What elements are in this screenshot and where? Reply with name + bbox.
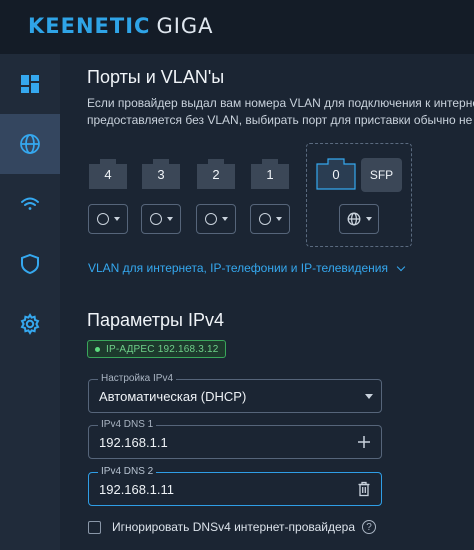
caret-down-icon bbox=[275, 217, 282, 221]
sidebar-item-dashboard[interactable] bbox=[0, 54, 60, 114]
vlan-settings-link[interactable]: VLAN для интернета, IP-телефонии и IP-те… bbox=[88, 261, 406, 275]
help-icon[interactable]: ? bbox=[362, 520, 377, 534]
caret-down-icon bbox=[113, 217, 120, 221]
shield-icon bbox=[21, 253, 39, 275]
port-number: 2 bbox=[212, 167, 220, 182]
trash-icon[interactable] bbox=[356, 481, 372, 497]
brand-name: KEENETIC bbox=[28, 14, 151, 38]
top-bar: KEENETIC GIGA bbox=[0, 0, 474, 54]
circle-icon bbox=[96, 213, 109, 225]
main-content: Порты и VLAN'ы Если провайдер выдал вам … bbox=[60, 54, 474, 550]
ipv4-section-title: Параметры IPv4 bbox=[87, 310, 224, 330]
lan-port-2: 2 bbox=[196, 158, 236, 190]
sidebar-item-internet[interactable] bbox=[0, 114, 60, 174]
ipv4-settings-value: Автоматическая (DHCP) bbox=[99, 389, 247, 404]
wifi-icon bbox=[21, 197, 39, 210]
description-line-2: предоставляется без VLAN, выбирать порт … bbox=[87, 113, 473, 127]
circle-icon bbox=[204, 213, 217, 225]
port-number: 4 bbox=[104, 167, 112, 182]
port-3-mode-dropdown[interactable] bbox=[141, 204, 181, 234]
sfp-port: SFP bbox=[361, 158, 402, 192]
ipv4-settings-label: Настройка IPv4 bbox=[98, 373, 177, 384]
ip-address-text: IP-АДРЕС 192.168.3.12 bbox=[106, 343, 219, 355]
ignore-dns-checkbox[interactable] bbox=[88, 520, 101, 534]
port-4-mode-dropdown[interactable] bbox=[88, 204, 128, 234]
lan-port-3: 3 bbox=[141, 158, 181, 190]
status-dot-icon bbox=[95, 346, 100, 352]
dns1-field[interactable]: IPv4 DNS 1 192.168.1.1 bbox=[88, 419, 382, 459]
vlan-link-label: VLAN для интернета, IP-телефонии и IP-те… bbox=[88, 261, 388, 275]
dns2-field[interactable]: IPv4 DNS 2 192.168.1.11 bbox=[88, 466, 382, 506]
plus-icon[interactable] bbox=[356, 434, 372, 450]
ports-section-title: Порты и VLAN'ы bbox=[87, 67, 225, 87]
port-number: 0 bbox=[332, 167, 340, 182]
sidebar bbox=[0, 54, 60, 550]
ip-address-badge: IP-АДРЕС 192.168.3.12 bbox=[87, 340, 227, 358]
lan-port-1: 1 bbox=[250, 158, 290, 190]
description-line-1: Если провайдер выдал вам номера VLAN для… bbox=[87, 96, 474, 110]
port-number: 3 bbox=[157, 167, 165, 182]
chevron-down-icon bbox=[396, 262, 406, 271]
model-name: GIGA bbox=[156, 14, 214, 38]
dns2-value[interactable]: 192.168.1.11 bbox=[99, 482, 339, 497]
caret-down-icon bbox=[365, 217, 372, 221]
logo: KEENETIC GIGA bbox=[28, 14, 214, 38]
dns2-label: IPv4 DNS 2 bbox=[98, 466, 157, 477]
caret-down-icon bbox=[166, 217, 173, 221]
caret-down-icon bbox=[221, 217, 228, 221]
circle-icon bbox=[258, 213, 271, 225]
wan-port-0: 0 bbox=[316, 158, 356, 190]
ignore-dns-label: Игнорировать DNSv4 интернет-провайдера bbox=[112, 520, 356, 534]
sidebar-item-security[interactable] bbox=[0, 234, 60, 294]
globe-icon bbox=[20, 134, 40, 154]
port-1-mode-dropdown[interactable] bbox=[250, 204, 290, 234]
ports-section-description: Если провайдер выдал вам номера VLAN для… bbox=[87, 95, 474, 129]
ignore-dns-row: Игнорировать DNSv4 интернет-провайдера ? bbox=[88, 520, 377, 534]
globe-icon bbox=[347, 212, 360, 226]
lan-port-4: 4 bbox=[88, 158, 128, 190]
dashboard-icon bbox=[21, 75, 39, 93]
dns1-value[interactable]: 192.168.1.1 bbox=[99, 435, 339, 450]
sidebar-item-wifi[interactable] bbox=[0, 174, 60, 234]
wan-port-mode-dropdown[interactable] bbox=[339, 204, 379, 234]
ipv4-settings-select[interactable]: Настройка IPv4 Автоматическая (DHCP) bbox=[88, 373, 382, 413]
gear-icon bbox=[20, 313, 40, 335]
caret-down-icon bbox=[365, 394, 373, 399]
sidebar-item-settings[interactable] bbox=[0, 294, 60, 354]
port-2-mode-dropdown[interactable] bbox=[196, 204, 236, 234]
circle-icon bbox=[149, 213, 162, 225]
dns1-label: IPv4 DNS 1 bbox=[98, 419, 157, 430]
port-number: 1 bbox=[266, 167, 274, 182]
